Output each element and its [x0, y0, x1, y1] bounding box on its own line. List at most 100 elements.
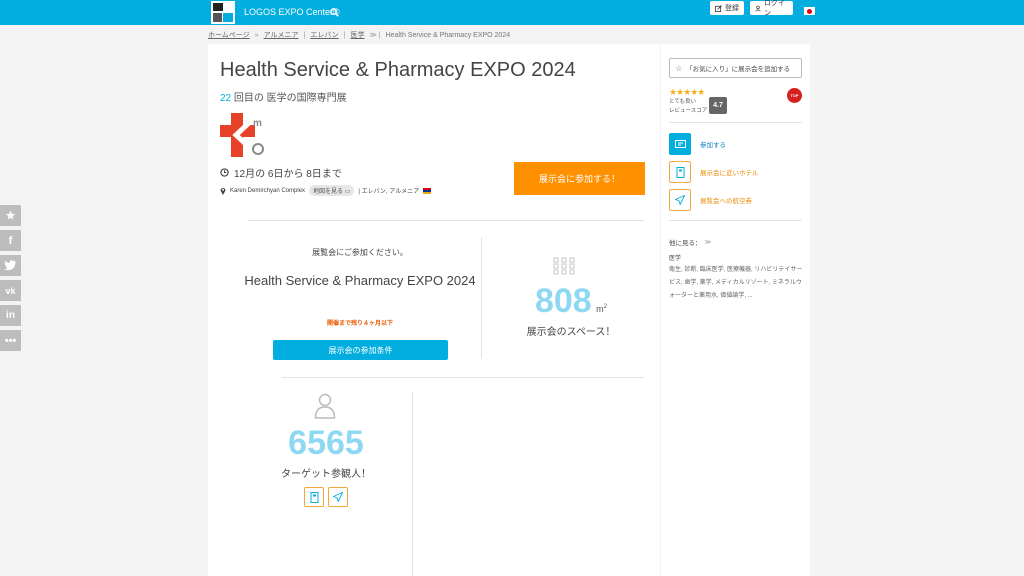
flights-link[interactable]: 展覧会への航空券 — [669, 189, 752, 211]
hotels-label: 展示会に近いホテル — [700, 170, 759, 177]
divider — [282, 377, 644, 378]
visitors-label: ターゲット参観人！ — [281, 469, 371, 480]
divider — [669, 122, 802, 123]
map-label: 地図を見る — [313, 189, 344, 195]
venue-location: | エレバン, アルメニア — [358, 189, 420, 195]
remaining-time: 開催まで残り４ヶ月以下 — [326, 321, 393, 327]
linkedin-icon: in — [6, 310, 15, 321]
flight-button[interactable] — [328, 487, 348, 507]
related-category[interactable]: 医学 — [669, 253, 681, 262]
participation-conditions-button[interactable]: 展示会の参加条件 — [273, 340, 448, 360]
hotels-link[interactable]: 展示会に近いホテル — [669, 161, 759, 183]
invite-text: 展覧会にご参加ください。 — [312, 248, 408, 257]
map-button[interactable]: 地図を見る ▭ — [309, 185, 355, 196]
participate-link[interactable]: 参加する — [669, 133, 726, 155]
login-label: ログイン — [764, 0, 785, 17]
event-venue: Karen Demirchyan Complex 地図を見る ▭ | エレバン,… — [220, 185, 432, 196]
event-subtitle: 22 回目の 医学の国際専門展 — [220, 89, 347, 104]
chevron-down-icon[interactable]: ≫ — [705, 238, 712, 246]
expo-name: Health Service & Pharmacy EXPO 2024 — [244, 273, 476, 288]
pin-icon — [220, 187, 226, 195]
logo-block — [213, 3, 223, 11]
separator: » — [254, 31, 259, 39]
logo-block — [213, 13, 222, 22]
login-button[interactable]: ログイン — [750, 0, 793, 17]
plane-icon — [333, 492, 343, 502]
armenia-flag-icon — [423, 187, 432, 194]
hotel-button[interactable] — [304, 487, 324, 507]
more-share-button[interactable]: ••• — [0, 330, 21, 351]
grid-icon — [553, 257, 575, 275]
divider — [669, 220, 802, 221]
hotel-icon — [310, 491, 318, 503]
related-topics[interactable]: 衛生, 診断, 臨床医学, 医療機器, リハビリテイサービス, 歯学, 薬学, … — [669, 264, 804, 303]
logo-block — [223, 13, 233, 22]
review-score: 4.7 — [709, 97, 727, 114]
edition-text: 回目の 医学の国際専門展 — [233, 93, 347, 104]
breadcrumb-country[interactable]: アルメニア — [264, 30, 299, 40]
linkedin-share-button[interactable]: in — [0, 305, 21, 326]
flights-label: 展覧会への航空券 — [700, 198, 752, 205]
top-bar — [0, 0, 1024, 25]
ticket-icon — [669, 133, 691, 155]
dates-text: 12月の 6日から 8日まで — [234, 169, 342, 180]
brand-logo[interactable] — [211, 1, 235, 24]
japan-flag-icon[interactable] — [804, 7, 815, 15]
edit-icon — [715, 4, 722, 12]
area-stat: 808 m2 — [482, 282, 660, 321]
divider — [248, 220, 644, 221]
star-icon: ★ — [5, 210, 16, 222]
breadcrumb-city[interactable]: エレバン — [310, 30, 338, 40]
star-outline-icon: ☆ — [675, 63, 683, 73]
plane-icon — [669, 189, 691, 211]
facebook-icon: f — [8, 234, 13, 247]
review-text: とても良い レビュースコア — [669, 98, 707, 116]
top-badge-icon — [787, 88, 802, 103]
chevron-down-icon[interactable]: ≫ | — [370, 31, 381, 39]
separator: | — [343, 31, 346, 39]
favorite-label: 「お気に入り」に展示会を追加する — [686, 66, 791, 73]
vk-share-button[interactable]: vk — [0, 280, 21, 301]
vk-icon: vk — [5, 285, 16, 296]
favorite-share-button[interactable]: ★ — [0, 205, 21, 226]
visitors-value: 6565 — [288, 424, 364, 462]
event-dates: 12月の 6日から 8日まで — [220, 165, 342, 180]
breadcrumb: ホームページ » アルメニア | エレバン | 医学 ≫ | Health Servic… — [208, 30, 510, 40]
rating-text: とても良い — [669, 99, 697, 105]
breadcrumb-category[interactable]: 医学 — [351, 30, 365, 40]
more-icon: ••• — [4, 334, 17, 347]
svg-text:m: m — [253, 118, 262, 129]
clock-icon — [220, 168, 229, 177]
register-button[interactable]: 登録 — [710, 1, 744, 15]
area-unit-sup: 2 — [603, 304, 608, 310]
facebook-share-button[interactable]: f — [0, 230, 21, 251]
area-value: 808 — [534, 282, 592, 320]
breadcrumb-current: Health Service & Pharmacy EXPO 2024 — [385, 31, 511, 39]
page-title: Health Service & Pharmacy EXPO 2024 — [220, 59, 576, 81]
more-label: 他に見る： — [669, 240, 702, 247]
area-unit: m2 — [596, 304, 607, 314]
brand-name[interactable]: LOGOS EXPO Center© — [244, 7, 340, 17]
participate-label: 参加する — [700, 142, 726, 149]
review-label: レビュースコア — [669, 108, 708, 114]
add-favorite-button[interactable]: ☆ 「お気に入り」に展示会を追加する — [669, 58, 802, 78]
twitter-share-button[interactable] — [0, 255, 21, 276]
register-label: 登録 — [725, 5, 739, 12]
sidebar-panel — [661, 44, 810, 576]
join-expo-button[interactable]: 展示会に参加する！ — [514, 162, 645, 195]
see-more-heading: 他に見る： ≫ — [669, 237, 711, 247]
area-label: 展示会のスペース！ — [526, 327, 616, 338]
hotel-icon — [669, 161, 691, 183]
search-icon[interactable] — [330, 8, 339, 17]
edition-number: 22 — [220, 93, 232, 104]
user-icon — [755, 5, 761, 12]
divider — [412, 392, 413, 576]
separator: | — [303, 31, 306, 39]
person-icon — [314, 393, 336, 419]
rating-stars: ★★★★★ — [669, 87, 705, 97]
twitter-icon — [4, 260, 17, 271]
expo-logo: m — [220, 113, 264, 157]
venue-name: Karen Demirchyan Complex — [230, 187, 306, 194]
area-unit-m: m — [596, 304, 604, 314]
breadcrumb-home[interactable]: ホームページ — [208, 30, 250, 40]
